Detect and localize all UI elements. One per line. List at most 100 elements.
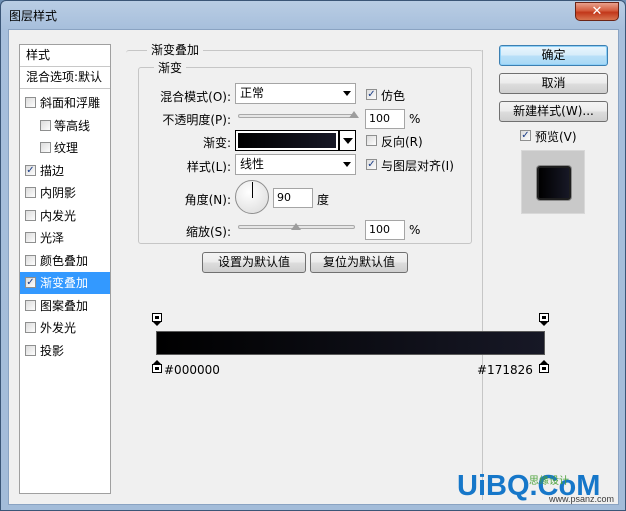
style-item-checkbox[interactable] xyxy=(25,187,36,198)
gradient-bar[interactable] xyxy=(156,331,545,355)
watermark-cn: 思缘设计 xyxy=(529,476,569,487)
gradient-style-select[interactable]: 线性 xyxy=(235,154,356,175)
style-item-checkbox[interactable] xyxy=(25,299,36,311)
preview-checkbox[interactable]: ✓ 预览(V) xyxy=(520,128,600,144)
angle-input[interactable]: 90 xyxy=(273,188,313,208)
style-item-checkbox[interactable] xyxy=(25,254,36,266)
style-item[interactable]: 外发光 xyxy=(20,317,110,339)
panel-divider xyxy=(482,50,483,500)
style-item-checkbox[interactable] xyxy=(25,97,36,108)
style-item-checkbox[interactable] xyxy=(40,119,51,131)
style-item-checkbox[interactable] xyxy=(25,209,36,221)
opacity-stop-left[interactable] xyxy=(152,313,162,326)
style-item-label: 渐变叠加 xyxy=(40,276,89,290)
scale-value: 100 xyxy=(369,223,390,236)
blend-mode-select[interactable]: 正常 xyxy=(235,83,356,104)
opacity-value: 100 xyxy=(369,112,390,125)
opacity-slider-thumb[interactable] xyxy=(349,111,360,120)
style-item-label: 外发光 xyxy=(40,321,77,335)
style-item-label: 等高线 xyxy=(54,118,91,133)
opacity-percent: % xyxy=(409,112,421,126)
style-item-checkbox[interactable] xyxy=(25,232,36,243)
style-item[interactable]: 光泽 xyxy=(20,227,110,249)
style-item-label: 纹理 xyxy=(54,141,79,155)
style-item-label: 斜面和浮雕 xyxy=(40,96,101,110)
scale-percent: % xyxy=(409,223,421,237)
style-item[interactable]: 纹理 xyxy=(20,137,110,159)
gradient-style-value: 线性 xyxy=(240,157,265,171)
style-item-label: 内阴影 xyxy=(40,186,77,200)
watermark-url: www.psanz.com xyxy=(549,494,615,504)
gradient-dropdown[interactable] xyxy=(339,130,356,151)
angle-unit: 度 xyxy=(317,193,330,207)
window-title: 图层样式 xyxy=(9,9,58,23)
blend-mode-label: 混合模式(O): xyxy=(160,90,231,104)
close-icon: ✕ xyxy=(591,4,603,19)
style-item[interactable]: 等高线 xyxy=(20,115,110,137)
angle-label: 角度(N): xyxy=(184,193,231,207)
style-item[interactable]: 内阴影 xyxy=(20,182,110,204)
scale-label: 缩放(S): xyxy=(185,225,231,239)
reset-default-button[interactable]: 复位为默认值 xyxy=(310,252,408,273)
opacity-input[interactable]: 100 xyxy=(365,109,405,129)
dialog-client: 样式 混合选项:默认 斜面和浮雕等高线纹理 ✓ 描边内阴影内发光光泽颜色叠加 ✓ 渐变叠… xyxy=(8,29,619,505)
chevron-down-icon xyxy=(343,91,351,96)
opacity-label: 不透明度(P): xyxy=(162,113,231,127)
left-stop-color: #000000 xyxy=(164,363,220,377)
close-button[interactable]: ✕ xyxy=(575,2,619,21)
color-stop-left[interactable] xyxy=(152,360,162,373)
style-item[interactable]: ✓ 渐变叠加 xyxy=(20,272,110,294)
gradient-swatch xyxy=(238,133,336,148)
style-item-checkbox[interactable] xyxy=(40,142,51,153)
style-item[interactable]: 内发光 xyxy=(20,205,110,227)
preview-swatch xyxy=(537,166,571,200)
style-item-checkbox[interactable] xyxy=(25,344,36,356)
style-item-label: 投影 xyxy=(40,343,65,358)
style-label: 样式(L): xyxy=(186,160,231,174)
gradient-picker[interactable] xyxy=(235,130,339,151)
style-item[interactable]: 图案叠加 xyxy=(20,295,110,317)
style-item-checkbox[interactable]: ✓ xyxy=(25,277,36,288)
angle-dial[interactable] xyxy=(235,180,269,214)
preview-check-icon: ✓ xyxy=(520,130,531,141)
title-bar[interactable]: 图层样式 ✕ xyxy=(1,1,625,29)
blending-options[interactable]: 混合选项:默认 xyxy=(20,67,110,89)
right-stop-color: #171826 xyxy=(477,363,533,377)
gradient-label: 渐变: xyxy=(202,136,231,150)
styles-header[interactable]: 样式 xyxy=(20,45,110,67)
style-preview xyxy=(521,150,585,214)
gradient-overlay-title: 渐变叠加 xyxy=(147,41,204,58)
reverse-label: 反向(R) xyxy=(381,135,423,149)
scale-slider-thumb[interactable] xyxy=(290,223,302,232)
reverse-checkbox[interactable]: 反向(R) xyxy=(366,133,436,149)
new-style-button[interactable]: 新建样式(W)... xyxy=(499,101,608,122)
layer-style-dialog: 图层样式 ✕ 样式 混合选项:默认 斜面和浮雕等高线纹理 ✓ 描边内阴影内发光光泽颜… xyxy=(0,0,626,511)
opacity-slider[interactable] xyxy=(238,114,355,118)
ok-button[interactable]: 确定 xyxy=(499,45,608,66)
style-list: 样式 混合选项:默认 斜面和浮雕等高线纹理 ✓ 描边内阴影内发光光泽颜色叠加 ✓ 渐变叠… xyxy=(19,44,111,494)
dither-check-icon: ✓ xyxy=(366,89,377,100)
style-item[interactable]: 颜色叠加 xyxy=(20,250,110,272)
set-default-button[interactable]: 设置为默认值 xyxy=(202,252,306,273)
style-item[interactable]: 投影 xyxy=(20,340,110,362)
angle-needle xyxy=(252,182,253,198)
style-item[interactable]: ✓ 描边 xyxy=(20,160,110,182)
style-item-label: 内发光 xyxy=(40,208,77,223)
align-with-layer-checkbox[interactable]: ✓ 与图层对齐(I) xyxy=(366,157,466,173)
style-item[interactable]: 斜面和浮雕 xyxy=(20,92,110,114)
style-item-label: 图案叠加 xyxy=(40,298,89,313)
align-check-icon: ✓ xyxy=(366,159,377,170)
dither-label: 仿色 xyxy=(381,89,406,103)
color-stop-right[interactable] xyxy=(539,360,549,373)
opacity-stop-right[interactable] xyxy=(539,313,549,326)
style-item-checkbox[interactable] xyxy=(25,322,36,333)
scale-input[interactable]: 100 xyxy=(365,220,405,240)
dither-checkbox[interactable]: ✓ 仿色 xyxy=(366,87,426,103)
preview-label: 预览(V) xyxy=(535,130,577,144)
blend-mode-value: 正常 xyxy=(240,86,265,100)
style-item-label: 描边 xyxy=(40,163,65,178)
cancel-button[interactable]: 取消 xyxy=(499,73,608,94)
style-item-label: 颜色叠加 xyxy=(40,253,89,268)
gradient-group-title: 渐变 xyxy=(154,59,187,76)
style-item-checkbox[interactable]: ✓ xyxy=(25,164,36,176)
